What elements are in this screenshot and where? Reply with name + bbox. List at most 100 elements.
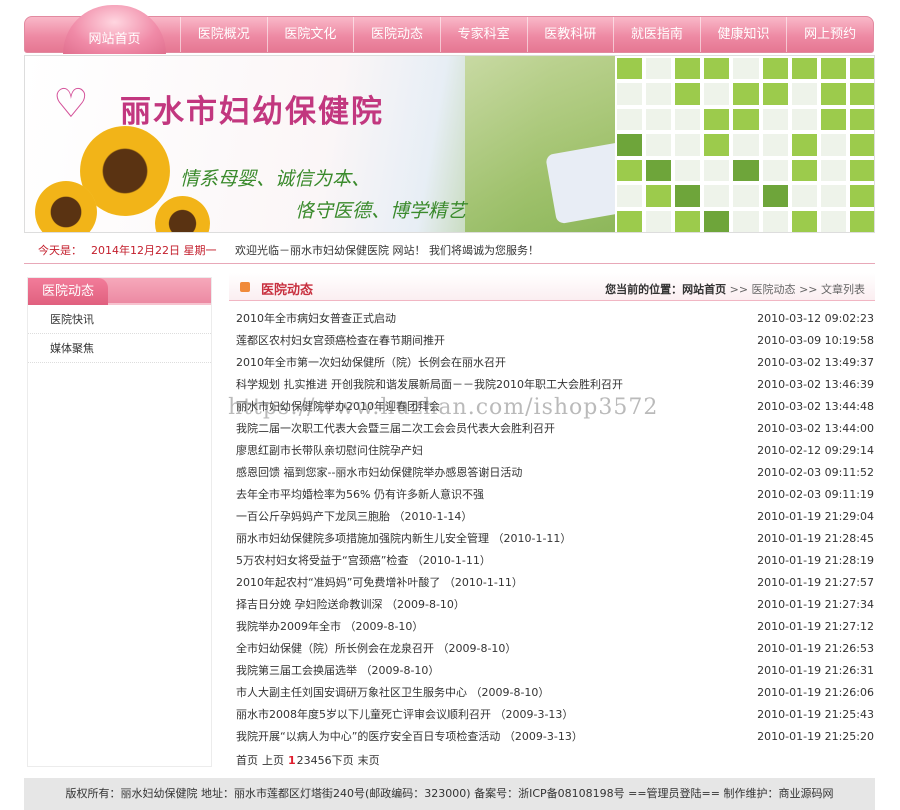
list-item: 2010年起农村“准妈妈”可免费增补叶酸了 （2010-1-11） 2010-01…: [229, 572, 875, 594]
breadcrumb-home[interactable]: 网站首页: [682, 283, 726, 296]
list-item: 一百公斤孕妈妈产下龙凤三胞胎 （2010-1-14） 2010-01-19 21:…: [229, 506, 875, 528]
article-link[interactable]: 5万农村妇女将受益于“宫颈癌”检查 （2010-1-11）: [236, 550, 491, 572]
article-link[interactable]: 择吉日分娩 孕妇险送命教训深 （2009-8-10）: [236, 594, 465, 616]
breadcrumb-label: 您当前的位置：: [605, 283, 683, 296]
sidebar-item-flash-news[interactable]: 医院快讯: [28, 305, 211, 334]
article-time: 2010-01-19 21:29:04: [757, 510, 874, 523]
article-time: 2010-02-03 09:11:52: [757, 466, 874, 479]
article-time: 2010-01-19 21:27:57: [757, 576, 874, 589]
article-link[interactable]: 莲都区农村妇女宫颈癌检查在春节期间推开: [236, 330, 445, 352]
hero-banner: ♡ 丽水市妇幼保健院 情系母婴、诚信为本、 恪守医德、博学精艺: [24, 55, 875, 233]
article-link[interactable]: 2010年全市病妇女普查正式启动: [236, 308, 396, 330]
nav-item-culture[interactable]: 医院文化: [266, 17, 354, 52]
article-time: 2010-01-19 21:26:31: [757, 664, 874, 677]
list-item: 2010年全市病妇女普查正式启动 2010-03-12 09:02:23: [229, 308, 875, 330]
date-value: 2014年12月22日 星期一: [91, 244, 217, 257]
article-time: 2010-01-19 21:28:45: [757, 532, 874, 545]
article-time: 2010-03-12 09:02:23: [757, 312, 874, 325]
article-time: 2010-03-02 13:49:37: [757, 356, 874, 369]
article-time: 2010-03-09 10:19:58: [757, 334, 874, 347]
sidebar-item-media[interactable]: 媒体聚焦: [28, 334, 211, 363]
nav-item-guide[interactable]: 就医指南: [613, 17, 700, 52]
nav-item-overview[interactable]: 医院概况: [180, 17, 267, 52]
article-time: 2010-01-19 21:27:12: [757, 620, 874, 633]
article-time: 2010-01-19 21:26:06: [757, 686, 874, 699]
list-item: 丽水市2008年度5岁以下儿童死亡评审会议顺利召开 （2009-3-13） 201…: [229, 704, 875, 726]
welcome-text: 欢迎光临－丽水市妇幼保健医院 网站！ 我们将竭诚为您服务！: [235, 244, 539, 257]
main-content: 医院动态 您当前的位置：网站首页 >> 医院动态 >> 文章列表 2010年全市…: [229, 273, 875, 767]
photo-mosaic: [615, 56, 874, 232]
article-time: 2010-01-19 21:28:19: [757, 554, 874, 567]
nav-item-experts[interactable]: 专家科室: [439, 17, 527, 52]
pager-next[interactable]: 下页: [332, 754, 354, 767]
pager-pages[interactable]: 23456: [297, 754, 332, 767]
article-link[interactable]: 我院开展“以病人为中心”的医疗安全百日专项检查活动 （2009-3-13）: [236, 726, 583, 748]
list-item: 我院举办2009年全市 （2009-8-10） 2010-01-19 21:27:…: [229, 616, 875, 638]
list-item: 科学规划 扎实推进 开创我院和谐发展新局面－－我院2010年职工大会胜利召开 20…: [229, 374, 875, 396]
list-item: 莲都区农村妇女宫颈癌检查在春节期间推开 2010-03-09 10:19:58: [229, 330, 875, 352]
pager-last[interactable]: 末页: [358, 754, 380, 767]
nav-item-research[interactable]: 医教科研: [526, 17, 614, 52]
sidebar-title: 医院动态: [28, 278, 109, 305]
banner-title: 丽水市妇幼保健院: [120, 94, 384, 130]
article-link[interactable]: 2010年全市第一次妇幼保健所（院）长例会在丽水召开: [236, 352, 506, 374]
main-header: 医院动态 您当前的位置：网站首页 >> 医院动态 >> 文章列表: [229, 273, 875, 301]
list-item: 丽水市妇幼保健院多项措施加强院内新生儿安全管理 （2010-1-11） 2010-…: [229, 528, 875, 550]
article-time: 2010-03-02 13:46:39: [757, 378, 874, 391]
date-label: 今天是：: [38, 244, 82, 257]
page-title: 医院动态: [261, 283, 314, 298]
article-time: 2010-01-19 21:27:34: [757, 598, 874, 611]
article-link[interactable]: 去年全市平均婚检率为56% 仍有许多新人意识不强: [236, 484, 484, 506]
list-item: 择吉日分娩 孕妇险送命教训深 （2009-8-10） 2010-01-19 21:…: [229, 594, 875, 616]
article-link[interactable]: 市人大副主任刘国安调研万象社区卫生服务中心 （2009-8-10）: [236, 682, 549, 704]
list-item: 去年全市平均婚检率为56% 仍有许多新人意识不强 2010-02-03 09:11…: [229, 484, 875, 506]
nav-item-news[interactable]: 医院动态: [353, 17, 440, 52]
article-link[interactable]: 丽水市2008年度5岁以下儿童死亡评审会议顺利召开 （2009-3-13）: [236, 704, 573, 726]
list-item: 2010年全市第一次妇幼保健所（院）长例会在丽水召开 2010-03-02 13:…: [229, 352, 875, 374]
nav-item-health[interactable]: 健康知识: [699, 17, 787, 52]
list-item: 廖思红副市长带队亲切慰问住院孕产妇 2010-02-12 09:29:14: [229, 440, 875, 462]
section-bullet-icon: [240, 282, 250, 292]
article-time: 2010-01-19 21:25:43: [757, 708, 874, 721]
breadcrumb-current: >> 文章列表: [799, 283, 865, 296]
pager-first[interactable]: 首页: [236, 754, 258, 767]
banner-slogan-2: 恪守医德、博学精艺: [295, 200, 467, 222]
list-item: 我院开展“以病人为中心”的医疗安全百日专项检查活动 （2009-3-13） 201…: [229, 726, 875, 748]
article-time: 2010-03-02 13:44:48: [757, 400, 874, 413]
pagination: 首页 上页 123456下页 末页: [229, 750, 875, 772]
pager-prev[interactable]: 上页: [262, 754, 284, 767]
article-link[interactable]: 我院第三届工会换届选举 （2009-8-10）: [236, 660, 439, 682]
watermark-text: https://www.huzhan.com/ishop3572: [228, 395, 659, 420]
logo-heart-icon: ♡: [53, 81, 89, 127]
list-item: 全市妇幼保健（院）所长例会在龙泉召开 （2009-8-10） 2010-01-19…: [229, 638, 875, 660]
sunflower-icon: [155, 196, 210, 232]
article-link[interactable]: 我院举办2009年全市 （2009-8-10）: [236, 616, 423, 638]
list-item: 市人大副主任刘国安调研万象社区卫生服务中心 （2009-8-10） 2010-01…: [229, 682, 875, 704]
article-link[interactable]: 科学规划 扎实推进 开创我院和谐发展新局面－－我院2010年职工大会胜利召开: [236, 374, 623, 396]
article-link[interactable]: 2010年起农村“准妈妈”可免费增补叶酸了 （2010-1-11）: [236, 572, 523, 594]
pager-current: 1: [288, 754, 296, 767]
article-list: 2010年全市病妇女普查正式启动 2010-03-12 09:02:23 莲都区农…: [229, 301, 875, 748]
list-item: 我院二届一次职工代表大会暨三届二次工会会员代表大会胜利召开 2010-03-02 …: [229, 418, 875, 440]
article-link[interactable]: 一百公斤孕妈妈产下龙凤三胞胎 （2010-1-14）: [236, 506, 472, 528]
article-link[interactable]: 丽水市妇幼保健院多项措施加强院内新生儿安全管理 （2010-1-11）: [236, 528, 571, 550]
banner-slogan-1: 情系母婴、诚信为本、: [180, 168, 371, 190]
breadcrumb: 您当前的位置：网站首页 >> 医院动态 >> 文章列表: [605, 281, 865, 297]
article-link[interactable]: 全市妇幼保健（院）所长例会在龙泉召开 （2009-8-10）: [236, 638, 516, 660]
article-time: 2010-01-19 21:25:20: [757, 730, 874, 743]
article-time: 2010-02-12 09:29:14: [757, 444, 874, 457]
sidebar: 医院动态 医院快讯 媒体聚焦: [27, 277, 212, 767]
article-time: 2010-01-19 21:26:53: [757, 642, 874, 655]
list-item: 5万农村妇女将受益于“宫颈癌”检查 （2010-1-11） 2010-01-19 …: [229, 550, 875, 572]
date-bar: 今天是： 2014年12月22日 星期一 欢迎光临－丽水市妇幼保健医院 网站！ …: [24, 234, 875, 264]
list-item: 感恩回馈 福到您家--丽水市妇幼保健院举办感恩答谢日活动 2010-02-03 0…: [229, 462, 875, 484]
article-time: 2010-02-03 09:11:19: [757, 488, 874, 501]
breadcrumb-section[interactable]: >> 医院动态: [730, 283, 796, 296]
article-link[interactable]: 感恩回馈 福到您家--丽水市妇幼保健院举办感恩答谢日活动: [236, 462, 522, 484]
nav-home-tab[interactable]: 网站首页: [63, 5, 166, 54]
nav-item-booking[interactable]: 网上预约: [786, 17, 873, 52]
article-link[interactable]: 我院二届一次职工代表大会暨三届二次工会会员代表大会胜利召开: [236, 418, 555, 440]
sidebar-header: 医院动态: [28, 278, 211, 305]
article-link[interactable]: 廖思红副市长带队亲切慰问住院孕产妇: [236, 440, 423, 462]
nav-items: 医院概况 医院文化 医院动态 专家科室 医教科研 就医指南 健康知识 网上预约: [180, 17, 873, 52]
